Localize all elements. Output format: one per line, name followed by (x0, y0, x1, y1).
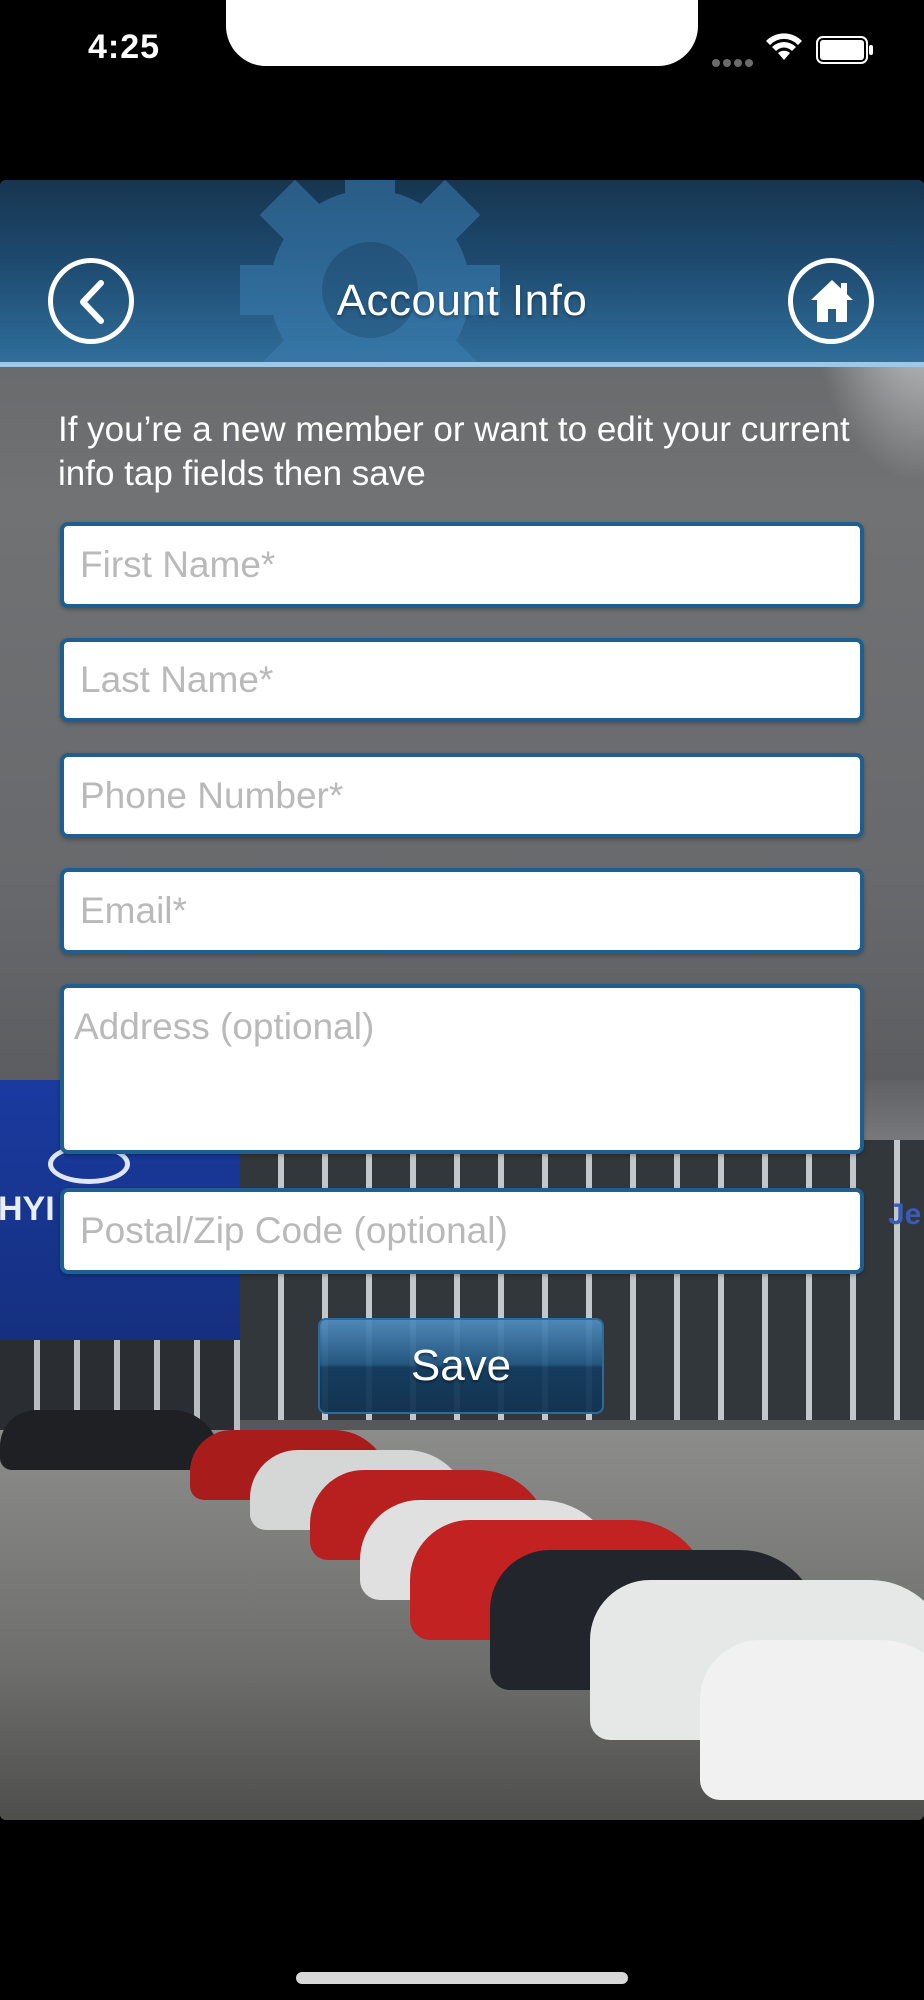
dealership-sign-text: HYI (0, 1190, 55, 1228)
postal-code-input[interactable] (64, 1192, 860, 1270)
wifi-icon (766, 33, 802, 60)
car (0, 1410, 220, 1470)
gear-icon (240, 180, 500, 362)
postal-code-field[interactable] (60, 1188, 864, 1274)
last-name-field[interactable] (60, 638, 864, 722)
home-icon (811, 280, 853, 322)
cellular-signal-icon (712, 54, 756, 67)
save-button[interactable]: Save (318, 1318, 604, 1414)
home-indicator[interactable] (296, 1972, 628, 1984)
phone-number-input[interactable] (64, 757, 860, 834)
first-name-input[interactable] (64, 526, 860, 604)
battery-icon (816, 36, 873, 64)
phone-number-field[interactable] (60, 753, 864, 838)
address-input[interactable] (64, 988, 860, 1150)
status-bar: 4:25 (0, 0, 924, 110)
address-field[interactable] (60, 984, 864, 1154)
device-frame: 4:25 HYI Je Account Info If you’re a new… (0, 0, 924, 2000)
first-name-field[interactable] (60, 522, 864, 608)
page-title: Account Info (336, 276, 588, 325)
car (700, 1640, 924, 1800)
email-field[interactable] (60, 868, 864, 954)
last-name-input[interactable] (64, 642, 860, 718)
status-time: 4:25 (88, 28, 161, 66)
app-screen: HYI Je Account Info If you’re a new memb… (0, 180, 924, 1820)
device-notch (226, 0, 698, 66)
home-button[interactable] (788, 258, 874, 344)
app-header: Account Info (0, 180, 924, 367)
dealership-sign-right-text: Je (888, 1198, 922, 1231)
email-input[interactable] (64, 872, 860, 950)
instructions-text: If you’re a new member or want to edit y… (58, 410, 850, 493)
